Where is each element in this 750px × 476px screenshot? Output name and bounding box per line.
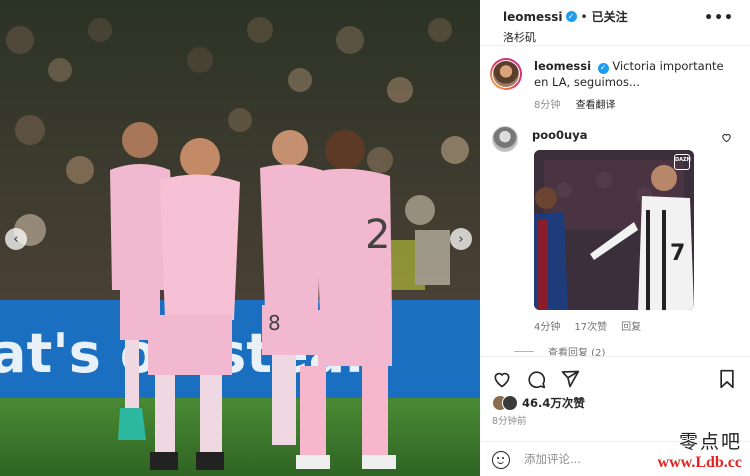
caption-username[interactable]: leomessi [534,59,591,73]
match-photo-illustration: at's on steal 8 [0,0,480,476]
gif-source-badge: DAZN [674,154,691,170]
comment-likes[interactable]: 17次赞 [574,318,607,333]
comment-gif[interactable]: 7 DAZN [534,150,694,310]
author-username[interactable]: leomessi [503,10,563,24]
see-translation-button[interactable]: 查看翻译 [576,100,616,111]
replies-divider [514,351,534,352]
comment-time: 4分钟 [534,322,561,333]
caption-avatar[interactable] [490,58,522,90]
watermark-site-name: 零点吧 [678,431,742,453]
more-options-icon[interactable]: ••• [704,10,734,26]
likes-summary[interactable]: 46.4万次赞 [492,395,585,411]
caption-time: 8分钟 [534,100,561,111]
watermark-url: www.Ldb.cc [657,454,742,471]
post-caption: leomessi ✓ Victoria importante en LA, se… [490,58,740,111]
comment-input[interactable] [524,452,674,466]
verified-badge-icon: ✓ [565,11,577,22]
next-photo-button[interactable]: › [450,228,472,250]
site-watermark: 零点吧 www.Ldb.cc [658,427,742,472]
follow-status-button[interactable]: 已关注 [592,8,628,25]
previous-photo-button[interactable]: ‹ [5,228,27,250]
post-header: leomessi ✓ • 已关注 洛杉矶 ••• [480,0,750,46]
separator-dot: • [580,9,588,24]
post-location[interactable]: 洛杉矶 [503,29,750,45]
emoji-icon[interactable] [492,451,510,469]
comment-like-heart-icon[interactable] [721,132,732,143]
likes-count: 46.4万次赞 [522,396,585,410]
comment-bubble-icon[interactable] [526,369,546,389]
comment-item: poo0uya 7 DAZN 4分钟 17次赞 回复 查看回复 (2) [492,126,738,359]
verified-badge-icon: ✓ [597,62,609,74]
commenter-username[interactable]: poo0uya [532,126,738,142]
gif-illustration: 7 [534,150,694,310]
reply-button[interactable]: 回复 [621,318,641,333]
liker-avatar [502,395,518,411]
jersey-number-2: 2 [365,212,390,258]
jersey-number-8: 8 [268,311,281,335]
post-photo[interactable]: at's on steal 8 [0,0,480,476]
share-send-icon[interactable] [560,369,580,389]
bookmark-icon[interactable] [718,369,736,389]
post-side-panel: leomessi ✓ • 已关注 洛杉矶 ••• leomessi ✓ Vict… [480,0,750,476]
post-time: 8分钟前 [492,416,527,427]
like-heart-icon[interactable] [492,369,512,389]
commenter-avatar[interactable] [492,126,518,152]
svg-text:7: 7 [670,241,685,266]
